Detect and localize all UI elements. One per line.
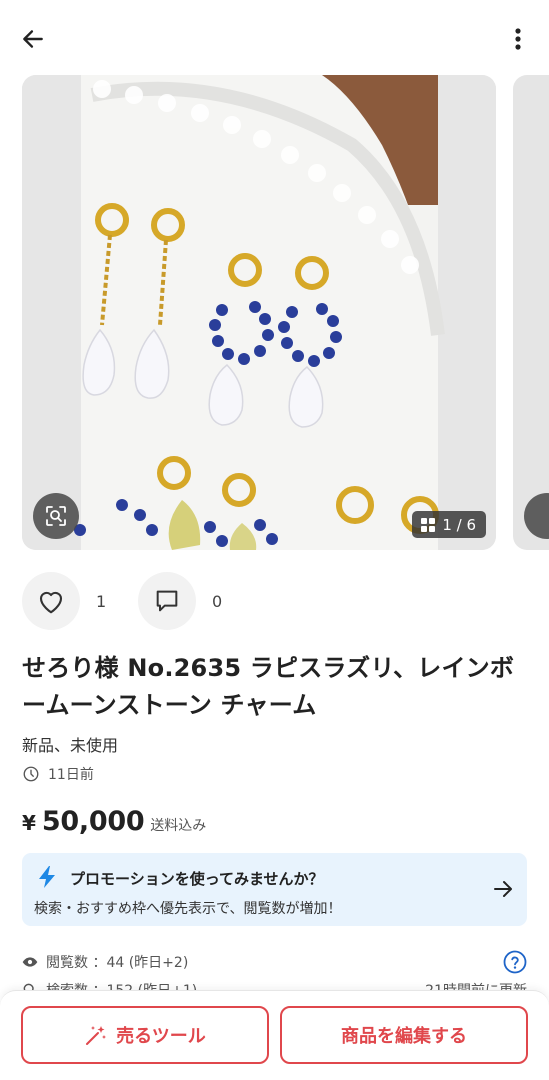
item-condition: 新品、未使用 bbox=[22, 736, 119, 755]
shipping-note: 送料込み bbox=[150, 818, 207, 834]
product-photo[interactable]: 1 / 6 bbox=[22, 75, 496, 550]
sell-tools-button[interactable]: 売るツール bbox=[21, 1006, 269, 1064]
clock-icon bbox=[23, 766, 39, 782]
comment-icon bbox=[156, 590, 178, 612]
grid-icon bbox=[421, 517, 436, 532]
item-actions: 1 0 bbox=[22, 572, 240, 630]
sell-tools-label: 売るツール bbox=[116, 1026, 206, 1047]
comment-count: 0 bbox=[212, 591, 223, 611]
next-photo-peek[interactable] bbox=[513, 75, 549, 550]
view-stats-text: 閲覧数 ：44 (昨日+2) bbox=[46, 955, 189, 971]
image-counter: 1 / 6 bbox=[412, 511, 486, 538]
promotion-description: 検索・おすすめ枠へ優先表示で、閲覧数が増加！ bbox=[34, 901, 342, 917]
like-button[interactable] bbox=[22, 572, 80, 630]
lightning-icon bbox=[39, 866, 55, 888]
heart-icon bbox=[39, 591, 63, 614]
top-bar bbox=[0, 0, 549, 74]
like-count: 1 bbox=[96, 591, 107, 611]
photo-gallery[interactable]: 1 / 6 bbox=[0, 75, 549, 550]
comment-button[interactable] bbox=[138, 572, 196, 630]
more-vertical-icon bbox=[515, 28, 521, 50]
currency-symbol: ¥ bbox=[22, 811, 36, 835]
arrow-left-icon bbox=[23, 30, 43, 48]
bottom-action-bar: 売るツール 商品を編集する bbox=[0, 990, 549, 1080]
magic-wand-icon bbox=[86, 1026, 107, 1045]
eye-icon bbox=[22, 957, 38, 967]
edit-item-label: 商品を編集する bbox=[341, 1026, 467, 1047]
back-button[interactable] bbox=[14, 20, 52, 58]
price-amount: 50,000 bbox=[41, 806, 145, 837]
product-image bbox=[22, 75, 496, 550]
image-search-button[interactable] bbox=[33, 493, 79, 539]
posted-time: 11日前 bbox=[22, 764, 94, 784]
edit-item-button[interactable]: 商品を編集する bbox=[280, 1006, 528, 1064]
posted-time-text: 11日前 bbox=[48, 767, 94, 783]
help-icon[interactable] bbox=[503, 950, 527, 974]
arrow-right-icon bbox=[494, 881, 512, 897]
more-options-button[interactable] bbox=[501, 20, 535, 58]
image-counter-text: 1 / 6 bbox=[442, 515, 476, 534]
item-price: ¥ 50,000 送料込み bbox=[22, 806, 206, 837]
item-title: せろり様 No.2635 ラピスラズリ、レインボームーンストーン チャーム bbox=[22, 654, 515, 719]
view-stats: 閲覧数 ：44 (昨日+2) bbox=[22, 952, 188, 972]
promotion-banner[interactable]: プロモーションを使ってみませんか？ 検索・おすすめ枠へ優先表示で、閲覧数が増加！ bbox=[22, 853, 527, 926]
image-search-icon bbox=[46, 506, 66, 526]
next-image-search-button[interactable] bbox=[524, 493, 549, 539]
promotion-title: プロモーションを使ってみませんか？ bbox=[70, 870, 324, 888]
